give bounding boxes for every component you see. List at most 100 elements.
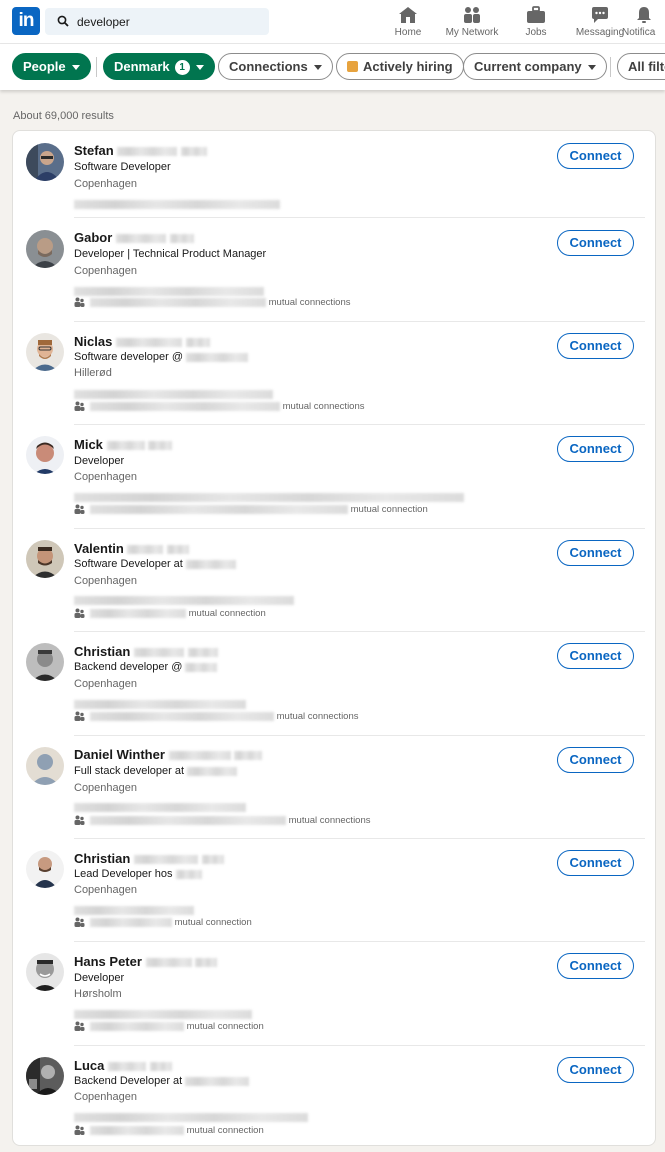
people-icon [74, 815, 85, 825]
avatar[interactable] [26, 436, 64, 474]
filter-current-company[interactable]: Current company [463, 53, 607, 80]
search-box[interactable] [45, 8, 269, 35]
hiring-icon [347, 61, 358, 72]
avatar[interactable] [26, 540, 64, 578]
mutual-connections: mutual connection [74, 917, 252, 928]
list-item: Valentin Software Developer at Copenhage… [13, 528, 655, 631]
avatar[interactable] [26, 143, 64, 181]
person-name[interactable]: Christian [74, 851, 224, 866]
nav-notifications[interactable]: Notifica [622, 6, 665, 38]
person-name[interactable]: Christian [74, 644, 218, 659]
person-name[interactable]: Luca [74, 1058, 172, 1073]
mutual-connections: mutual connection [74, 1021, 264, 1032]
person-location: Copenhagen [74, 1091, 138, 1103]
person-headline: Software Developer at [74, 558, 236, 570]
connect-button[interactable]: Connect [557, 540, 634, 566]
people-icon [74, 917, 85, 927]
list-item: Christian Lead Developer hos Copenhagen … [13, 838, 655, 941]
avatar[interactable] [26, 643, 64, 681]
person-name[interactable]: Valentin [74, 541, 190, 556]
search-input[interactable] [77, 8, 262, 35]
avatar[interactable] [26, 230, 64, 268]
top-nav: in Home My Network Jobs Messaging Notifi… [0, 0, 665, 44]
filter-bar: People Denmark 1 Connections Actively hir… [0, 44, 665, 90]
connect-button[interactable]: Connect [557, 143, 634, 169]
network-icon [464, 7, 480, 23]
person-headline: Software developer @ [74, 351, 249, 363]
nav-home[interactable]: Home [376, 6, 440, 38]
mutual-connections: mutual connections [74, 401, 365, 412]
nav-jobs[interactable]: Jobs [504, 6, 568, 38]
mutual-connections: mutual connection [74, 608, 266, 619]
people-icon [74, 608, 85, 618]
people-icon [74, 1125, 85, 1135]
people-icon [74, 504, 85, 514]
avatar[interactable] [26, 850, 64, 888]
person-name[interactable]: Stefan [74, 143, 207, 158]
person-headline: Software Developer [74, 161, 171, 173]
avatar[interactable] [26, 953, 64, 991]
person-location: Copenhagen [74, 782, 138, 794]
mutual-connections: mutual connections [74, 815, 371, 826]
person-name[interactable]: Mick [74, 437, 173, 452]
connect-button[interactable]: Connect [557, 333, 634, 359]
avatar[interactable] [26, 1057, 64, 1095]
mutual-connections: mutual connections [74, 711, 359, 722]
connect-button[interactable]: Connect [557, 643, 634, 669]
filter-location-label: Denmark [114, 59, 170, 74]
people-icon [74, 297, 85, 307]
list-item: Mick Developer Copenhagen mutual connect… [13, 424, 655, 528]
person-location: Copenhagen [74, 265, 138, 277]
connect-button[interactable]: Connect [557, 747, 634, 773]
person-name[interactable]: Gabor [74, 230, 194, 245]
filter-current-company-label: Current company [474, 59, 582, 74]
person-name[interactable]: Daniel Winther [74, 747, 263, 762]
filter-all-filters[interactable]: All filters [617, 53, 665, 80]
chevron-down-icon [313, 65, 322, 71]
bell-icon [637, 7, 651, 23]
messaging-icon [592, 7, 608, 23]
nav-messaging-label: Messaging [575, 27, 625, 38]
redacted-text [74, 196, 280, 214]
connect-button[interactable]: Connect [557, 230, 634, 256]
person-location: Copenhagen [74, 178, 138, 190]
home-icon [399, 7, 417, 23]
person-location: Hillerød [74, 367, 112, 379]
connect-button[interactable]: Connect [557, 953, 634, 979]
connect-button[interactable]: Connect [557, 1057, 634, 1083]
person-location: Copenhagen [74, 678, 138, 690]
person-headline: Lead Developer hos [74, 868, 202, 880]
people-icon [74, 401, 85, 411]
list-item: Hans Peter Developer Hørsholm mutual con… [13, 941, 655, 1045]
filter-connections-label: Connections [229, 59, 308, 74]
people-icon [74, 1021, 85, 1031]
list-item: Daniel Winther Full stack developer at C… [13, 735, 655, 838]
briefcase-icon [527, 6, 545, 23]
list-item: Stefan Software Developer Copenhagen Con… [13, 131, 655, 217]
filter-connections[interactable]: Connections [218, 53, 333, 80]
person-headline: Developer [74, 972, 125, 984]
avatar[interactable] [26, 747, 64, 785]
filter-divider [610, 57, 611, 77]
list-item: Luca Backend Developer at Copenhagen mut… [13, 1045, 655, 1147]
person-location: Hørsholm [74, 988, 122, 1000]
nav-my-network[interactable]: My Network [440, 6, 504, 38]
connect-button[interactable]: Connect [557, 436, 634, 462]
filter-count-badge: 1 [174, 60, 190, 75]
list-item: Gabor Developer | Technical Product Mana… [13, 217, 655, 321]
connect-button[interactable]: Connect [557, 850, 634, 876]
linkedin-logo[interactable]: in [12, 7, 40, 35]
avatar[interactable] [26, 333, 64, 371]
list-item: Niclas Software developer @ Hillerød mut… [13, 321, 655, 424]
filter-actively-hiring[interactable]: Actively hiring [336, 53, 464, 80]
filter-location[interactable]: Denmark 1 [103, 53, 215, 80]
person-name[interactable]: Hans Peter [74, 954, 218, 969]
filter-people[interactable]: People [12, 53, 91, 80]
person-location: Copenhagen [74, 471, 138, 483]
person-name[interactable]: Niclas [74, 334, 210, 349]
chevron-down-icon [195, 65, 204, 71]
results-count: About 69,000 results [13, 110, 114, 122]
filter-divider [96, 57, 97, 77]
nav-my-network-label: My Network [445, 27, 499, 38]
person-headline: Backend Developer at [74, 1075, 250, 1087]
